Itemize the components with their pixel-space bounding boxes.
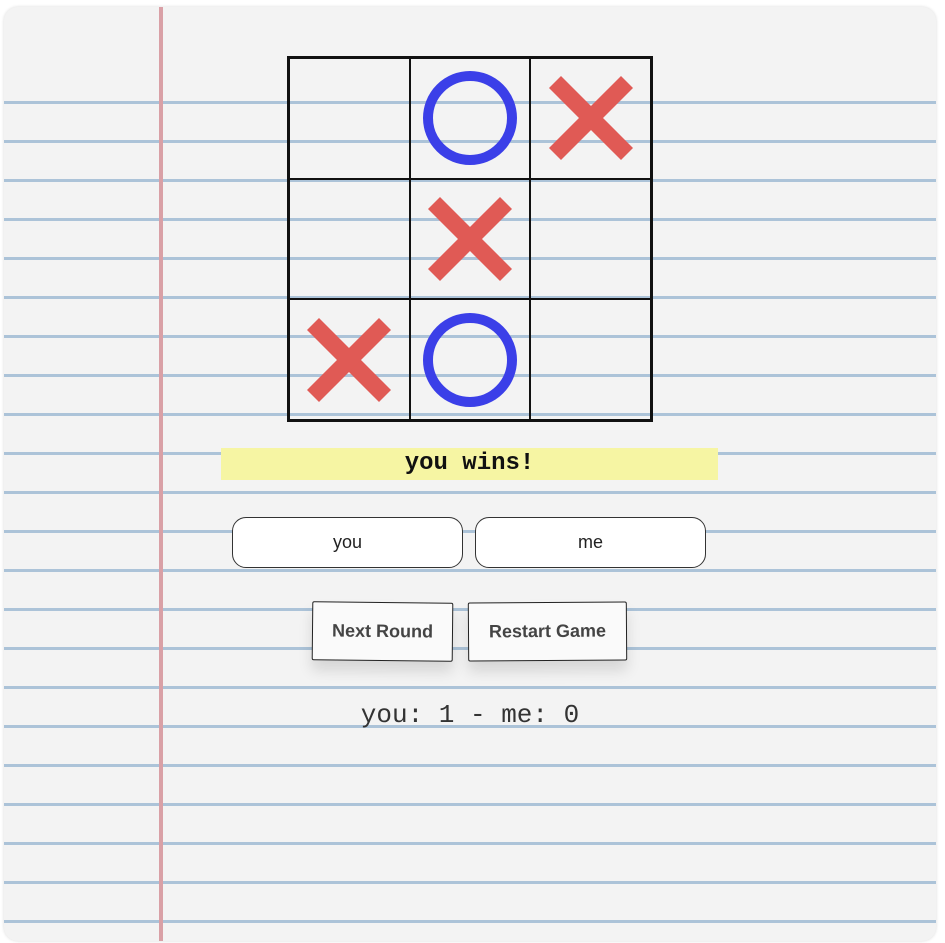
o-mark-icon xyxy=(422,312,517,407)
ruled-line xyxy=(4,842,936,845)
ruled-line xyxy=(4,491,936,494)
board-cell-1[interactable] xyxy=(289,58,410,179)
board-cell-2[interactable] xyxy=(409,58,531,179)
x-mark-icon xyxy=(427,196,512,281)
score-display: you: 1 - me: 0 xyxy=(360,700,580,730)
game-board xyxy=(287,56,653,422)
player2-name-input[interactable] xyxy=(475,517,706,568)
board-cell-8[interactable] xyxy=(409,299,531,420)
x-mark-icon xyxy=(548,76,633,161)
ruled-line xyxy=(4,569,936,572)
board-cell-4[interactable] xyxy=(289,178,410,300)
o-mark-icon xyxy=(422,71,517,166)
board-cell-7[interactable] xyxy=(289,299,410,420)
board-cell-3[interactable] xyxy=(530,58,651,179)
player1-name-input[interactable] xyxy=(232,517,463,568)
ruled-line xyxy=(4,881,936,884)
ruled-line xyxy=(4,530,936,533)
ruled-line xyxy=(4,803,936,806)
next-round-button[interactable]: Next Round xyxy=(311,601,454,662)
board-cell-6[interactable] xyxy=(530,178,651,300)
ruled-line xyxy=(4,764,936,767)
x-mark-icon xyxy=(307,317,392,402)
ruled-line xyxy=(4,686,936,689)
ruled-line xyxy=(4,920,936,923)
board-cell-9[interactable] xyxy=(530,299,651,420)
restart-game-button[interactable]: Restart Game xyxy=(467,601,628,662)
margin-line xyxy=(159,7,163,941)
game-status: you wins! xyxy=(221,448,718,480)
board-cell-5[interactable] xyxy=(409,178,531,300)
